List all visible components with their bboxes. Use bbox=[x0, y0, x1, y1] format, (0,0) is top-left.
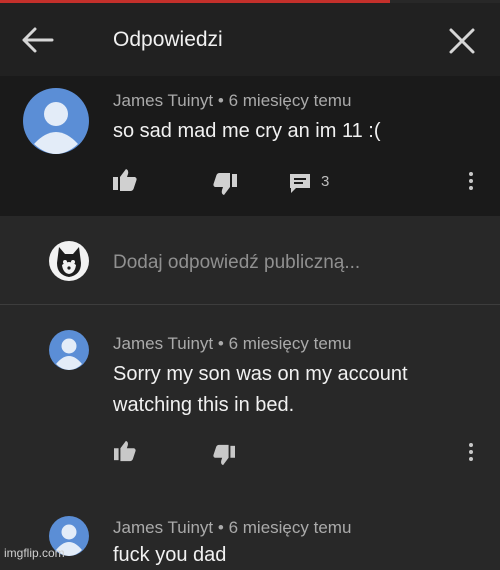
more-options-icon[interactable] bbox=[468, 172, 474, 193]
reply-count: 3 bbox=[321, 173, 330, 190]
like-icon[interactable] bbox=[112, 168, 138, 192]
more-options-icon[interactable] bbox=[468, 443, 474, 464]
avatar[interactable] bbox=[23, 88, 89, 154]
reply-meta: James Tuinyt • 6 miesięcy temu bbox=[113, 334, 351, 354]
comment-author[interactable]: James Tuinyt bbox=[113, 91, 213, 110]
meta-separator: • bbox=[217, 334, 224, 353]
dislike-icon[interactable] bbox=[212, 172, 238, 196]
reply-time: 6 miesięcy temu bbox=[228, 518, 352, 537]
watermark: imgflip.com bbox=[4, 546, 65, 560]
comment-time: 6 miesięcy temu bbox=[228, 91, 352, 110]
dislike-icon[interactable] bbox=[212, 444, 236, 466]
meta-separator: • bbox=[217, 518, 224, 537]
meta-separator: • bbox=[217, 91, 224, 110]
reply-icon[interactable] bbox=[288, 172, 312, 194]
comment-meta: James Tuinyt • 6 miesięcy temu bbox=[113, 91, 351, 111]
reply-text-line-1: Sorry my son was on my account bbox=[113, 363, 408, 385]
comment-text: so sad mad me cry an im 11 :( bbox=[113, 120, 381, 142]
like-icon[interactable] bbox=[113, 440, 137, 462]
reply-text-line-2: watching this in bed. bbox=[113, 394, 295, 416]
replies-header: Odpowiedzi bbox=[0, 3, 500, 76]
user-avatar-icon bbox=[49, 241, 89, 281]
reply-time: 6 miesięcy temu bbox=[228, 334, 352, 353]
close-icon[interactable] bbox=[448, 27, 476, 55]
reply-meta: James Tuinyt • 6 miesięcy temu bbox=[113, 518, 351, 538]
add-reply-input[interactable]: Dodaj odpowiedź publiczną... bbox=[113, 252, 360, 274]
divider bbox=[0, 304, 500, 305]
reply-author[interactable]: James Tuinyt bbox=[113, 334, 213, 353]
parent-comment: James Tuinyt • 6 miesięcy temu so sad ma… bbox=[0, 76, 500, 216]
arrow-left-icon[interactable] bbox=[20, 25, 54, 55]
avatar[interactable] bbox=[49, 330, 89, 370]
page-title: Odpowiedzi bbox=[113, 28, 223, 51]
reply-author[interactable]: James Tuinyt bbox=[113, 518, 213, 537]
reply-text-line-1: fuck you dad bbox=[113, 544, 227, 566]
